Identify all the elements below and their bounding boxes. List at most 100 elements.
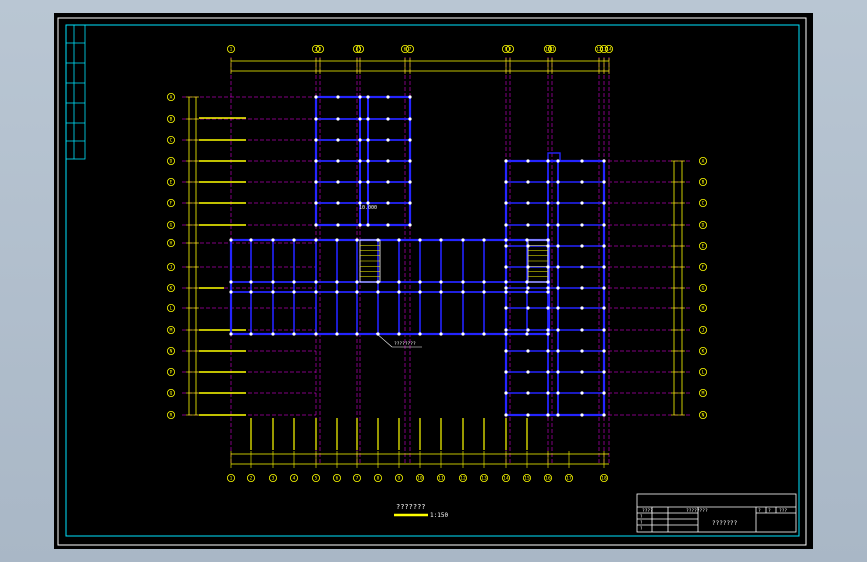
axis-bubble-right-label: C bbox=[702, 201, 705, 207]
column-marker bbox=[504, 159, 508, 163]
column-marker bbox=[504, 265, 508, 269]
axis-bubble-bottom-label: 2 bbox=[250, 476, 253, 482]
column-marker bbox=[546, 265, 550, 269]
column-marker bbox=[355, 332, 359, 336]
column-marker bbox=[249, 332, 253, 336]
axis-bubble-bottom-label: 9 bbox=[398, 476, 401, 482]
axis-bubble-right-label: A bbox=[702, 159, 705, 165]
column-marker bbox=[580, 328, 584, 332]
column-marker bbox=[504, 290, 508, 294]
column-marker bbox=[482, 290, 486, 294]
column-marker bbox=[546, 244, 550, 248]
axis-bubble-top-label: 14 bbox=[606, 47, 612, 53]
column-marker bbox=[504, 244, 508, 248]
column-marker bbox=[504, 223, 508, 227]
column-marker bbox=[556, 265, 560, 269]
column-marker bbox=[314, 332, 318, 336]
column-marker bbox=[408, 159, 412, 163]
titleblock-header-right-2: ? bbox=[768, 508, 771, 514]
column-marker bbox=[580, 286, 584, 290]
column-marker bbox=[546, 223, 550, 227]
column-marker bbox=[461, 280, 465, 284]
column-marker bbox=[292, 332, 296, 336]
axis-bubble-right-label: F bbox=[702, 265, 705, 271]
column-marker bbox=[504, 306, 508, 310]
column-marker bbox=[526, 286, 530, 290]
column-marker bbox=[439, 280, 443, 284]
titleblock-header-right-1: ? bbox=[758, 508, 761, 514]
axis-bubble-bottom-label: 10 bbox=[417, 476, 423, 482]
column-marker bbox=[358, 138, 362, 142]
column-marker bbox=[271, 290, 275, 294]
axis-bubble-top-label: 3 bbox=[319, 47, 322, 53]
column-marker bbox=[580, 201, 584, 205]
column-marker bbox=[358, 223, 362, 227]
column-marker bbox=[271, 238, 275, 242]
column-marker bbox=[546, 349, 550, 353]
column-marker bbox=[525, 280, 529, 284]
axis-bubble-left-label: H bbox=[170, 241, 173, 247]
column-marker bbox=[602, 306, 606, 310]
column-marker bbox=[504, 391, 508, 395]
axis-bubble-left-label: A bbox=[170, 95, 173, 101]
column-marker bbox=[229, 280, 233, 284]
column-marker bbox=[386, 138, 390, 142]
titleblock-row-2: ? bbox=[640, 520, 643, 525]
column-marker bbox=[336, 201, 340, 205]
column-marker bbox=[461, 290, 465, 294]
column-marker bbox=[408, 180, 412, 184]
column-marker bbox=[314, 95, 318, 99]
axis-bubble-left-label: F bbox=[170, 201, 173, 207]
column-marker bbox=[504, 370, 508, 374]
titleblock-project: ??????? bbox=[712, 520, 738, 527]
column-marker bbox=[526, 244, 530, 248]
drawing-title: ??????? bbox=[396, 503, 426, 511]
column-marker bbox=[556, 328, 560, 332]
column-marker bbox=[546, 201, 550, 205]
column-marker bbox=[504, 413, 508, 417]
axis-bubble-left-label: Q bbox=[170, 391, 173, 397]
column-marker bbox=[504, 332, 508, 336]
column-marker bbox=[336, 223, 340, 227]
axis-bubble-bottom-label: 17 bbox=[566, 476, 572, 482]
column-marker bbox=[602, 159, 606, 163]
column-marker bbox=[504, 180, 508, 184]
column-marker bbox=[397, 280, 401, 284]
column-marker bbox=[461, 238, 465, 242]
cad-viewport[interactable]: 1 2 3 4 5 6 7 8 9 10 11 12 13 14 1 2 3 4 5 6 7 8 9 10 11 12 13 14 15… bbox=[54, 13, 813, 549]
column-marker bbox=[526, 180, 530, 184]
column-marker bbox=[386, 223, 390, 227]
axis-bubble-top-label: 5 bbox=[359, 47, 362, 53]
axis-bubble-left-label: P bbox=[170, 370, 173, 376]
column-marker bbox=[314, 201, 318, 205]
column-marker bbox=[546, 180, 550, 184]
column-marker bbox=[408, 223, 412, 227]
column-marker bbox=[602, 201, 606, 205]
column-marker bbox=[602, 180, 606, 184]
column-marker bbox=[229, 332, 233, 336]
column-marker bbox=[229, 290, 233, 294]
column-marker bbox=[556, 349, 560, 353]
column-marker bbox=[546, 238, 550, 242]
axis-bubble-right-label: N bbox=[702, 413, 705, 419]
dimension-lines bbox=[186, 58, 685, 468]
inner-frame bbox=[65, 24, 800, 537]
column-marker bbox=[546, 280, 550, 284]
column-marker bbox=[526, 265, 530, 269]
column-marker bbox=[249, 280, 253, 284]
column-marker bbox=[336, 117, 340, 121]
column-marker bbox=[526, 391, 530, 395]
column-marker bbox=[482, 238, 486, 242]
column-marker bbox=[602, 328, 606, 332]
column-marker bbox=[358, 95, 362, 99]
column-marker bbox=[580, 244, 584, 248]
column-marker bbox=[366, 180, 370, 184]
axis-bubble-bottom-label: 1 bbox=[230, 476, 233, 482]
column-marker bbox=[461, 332, 465, 336]
column-marker bbox=[314, 138, 318, 142]
column-marker bbox=[526, 413, 530, 417]
column-marker bbox=[546, 328, 550, 332]
column-marker bbox=[397, 290, 401, 294]
axis-grid bbox=[182, 57, 692, 465]
axis-bubble-right-label: E bbox=[702, 244, 705, 250]
